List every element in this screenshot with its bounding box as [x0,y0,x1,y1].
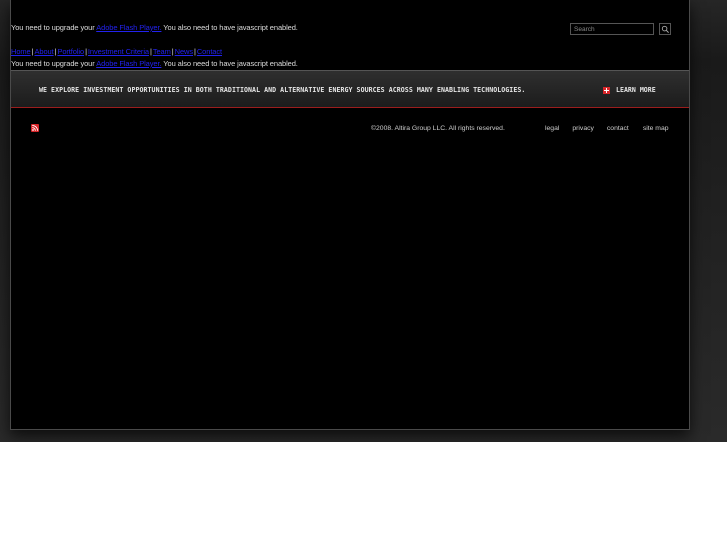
copyright-text: ©2008. Altira Group LLC. All rights rese… [371,125,505,132]
footer-links: legal privacy contact site map [545,125,669,132]
flash-upgrade-notice-secondary: You need to upgrade your Adobe Flash Pla… [11,59,298,68]
plus-icon [603,86,610,94]
nav-contact[interactable]: Contact [197,47,222,56]
flash-upgrade-notice: You need to upgrade your Adobe Flash Pla… [11,23,298,32]
nav-about[interactable]: About [34,47,53,56]
adobe-flash-player-link[interactable]: Adobe Flash Player. [96,23,161,32]
magnifier-icon [661,25,669,33]
footer-link-legal[interactable]: legal [545,125,559,132]
nav-team[interactable]: Team [153,47,171,56]
site-container: You need to upgrade your Adobe Flash Pla… [10,0,690,430]
tagline-banner: WE EXPLORE INVESTMENT OPPORTUNITIES IN B… [11,70,689,108]
flash-notice-suffix: You also need to have javascript enabled… [161,59,298,68]
search-input[interactable] [570,23,654,35]
nav-investment-criteria[interactable]: Investment Criteria [88,47,149,56]
footer-link-contact[interactable]: contact [607,125,629,132]
nav-news[interactable]: News [175,47,193,56]
footer-link-site-map[interactable]: site map [643,125,669,132]
flash-notice-prefix: You need to upgrade your [11,59,97,68]
tagline-text: WE EXPLORE INVESTMENT OPPORTUNITIES IN B… [39,86,526,94]
footer-link-privacy[interactable]: privacy [572,125,594,132]
nav-portfolio[interactable]: Portfolio [57,47,84,56]
flash-notice-suffix: You also need to have javascript enabled… [161,23,298,32]
nav-home[interactable]: Home [11,47,31,56]
search-button[interactable] [659,23,671,35]
learn-more-label: LEARN MORE [616,86,656,94]
adobe-flash-player-link[interactable]: Adobe Flash Player. [96,59,161,68]
flash-notice-prefix: You need to upgrade your [11,23,97,32]
learn-more-button[interactable]: LEARN MORE [603,85,656,95]
page-background: You need to upgrade your Adobe Flash Pla… [0,0,727,442]
rss-icon[interactable] [31,124,39,132]
main-nav: Home|About|Portfolio|Investment Criteria… [11,47,222,56]
